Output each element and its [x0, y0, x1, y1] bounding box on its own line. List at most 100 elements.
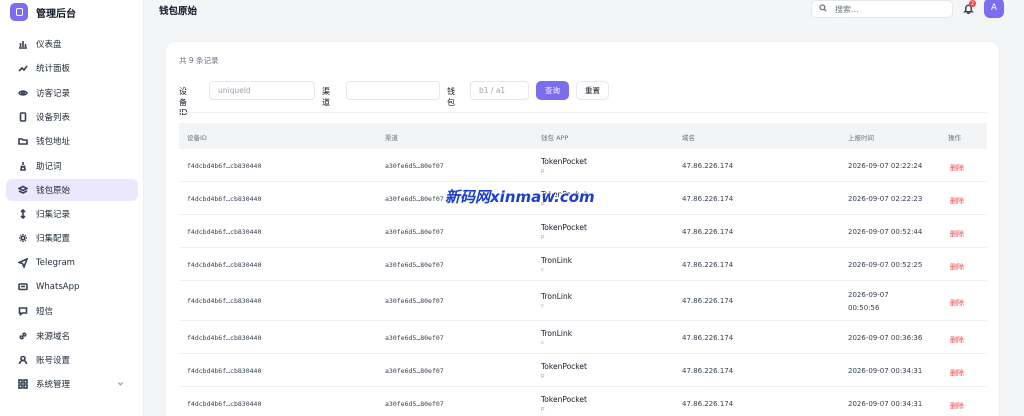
sidebar-item[interactable]: 助记词: [6, 155, 138, 177]
sidebar-item-label: 统计面板: [36, 64, 71, 75]
delete-button[interactable]: 删除: [950, 401, 964, 411]
channel-cell: a30fe6d5…80ef07: [385, 228, 444, 236]
sidebar-item[interactable]: 归集配置: [6, 227, 138, 249]
wallet-app-name: TokenPocket: [541, 157, 587, 166]
report-time-cell: 2026-09-07 02:22:23: [848, 195, 923, 203]
folder-icon: [18, 136, 28, 146]
sidebar-item-label: WhatsApp: [36, 282, 80, 292]
device-id-cell: f4dcbd4b6f…cb830440: [187, 367, 262, 375]
sidebar-item[interactable]: 短信: [6, 300, 138, 322]
link-icon: [18, 331, 28, 341]
sidebar-item[interactable]: 归集记录: [6, 203, 138, 225]
sidebar-item-label: 钱包原始: [36, 185, 71, 196]
divider: [179, 112, 987, 113]
table-row: f4dcbd4b6f…cb830440 a30fe6d5…80ef07 TokenP…: [179, 149, 987, 182]
sidebar-item[interactable]: 钱包地址: [6, 130, 138, 152]
sun-gear-icon: [18, 233, 28, 243]
wallet-app-name: TokenPocket: [541, 362, 587, 371]
sidebar-item-label: 助记词: [36, 161, 62, 172]
wallet-app-name: TronLink: [541, 256, 573, 265]
sidebar-item[interactable]: 账号设置: [6, 349, 138, 371]
report-time-cell: 2026-09-07 00:36:36: [848, 334, 923, 342]
report-time-cell: 2026-09-07 02:22:24: [848, 162, 923, 170]
wallet-app-name: TronLink: [541, 292, 573, 301]
query-button[interactable]: 查询: [536, 81, 569, 100]
eye-icon: [18, 88, 28, 98]
delete-button[interactable]: 删除: [950, 163, 964, 173]
delete-button[interactable]: 删除: [950, 335, 964, 345]
sidebar-item[interactable]: 仪表盘: [6, 33, 138, 55]
search-box[interactable]: [811, 0, 953, 18]
main-card: 共 9 条记录 设备ID 渠道 钱包 查询 重置 设备ID 渠道 钱包 APP …: [165, 41, 1000, 416]
chat-icon: [18, 282, 28, 292]
delete-button[interactable]: 删除: [950, 298, 964, 308]
channel-label: 渠道: [322, 87, 330, 107]
bar-chart-icon: [18, 39, 28, 49]
report-time-cell: 00:50:56: [848, 304, 880, 312]
device-id-cell: f4dcbd4b6f…cb830440: [187, 297, 262, 305]
phone-icon: [18, 112, 28, 122]
device-id-cell: f4dcbd4b6f…cb830440: [187, 162, 262, 170]
domain-cell: 47.86.226.174: [682, 228, 734, 236]
channel-cell: a30fe6d5…80ef07: [385, 334, 444, 342]
watermark: 新码网xinmaw.com: [445, 188, 595, 206]
delete-button[interactable]: 删除: [950, 229, 964, 239]
sidebar-item-label: 短信: [36, 307, 54, 318]
delete-button[interactable]: 删除: [950, 368, 964, 378]
sidebar-item-label: 来源域名: [36, 331, 71, 342]
domain-cell: 47.86.226.174: [682, 162, 734, 170]
sidebar-item[interactable]: Telegram: [6, 252, 138, 274]
table-row: f4dcbd4b6f…cb830440 a30fe6d5…80ef07 TokenP…: [179, 354, 987, 387]
col-wallet-app: 钱包 APP: [541, 134, 569, 142]
device-id-cell: f4dcbd4b6f…cb830440: [187, 400, 262, 408]
notification-badge: 2: [969, 0, 976, 7]
wallet-app-code: p: [541, 168, 545, 174]
sidebar-item[interactable]: 统计面板: [6, 57, 138, 79]
sidebar-item-label: 设备列表: [36, 112, 71, 123]
message-icon: [18, 306, 28, 317]
device-id-cell: f4dcbd4b6f…cb830440: [187, 195, 262, 203]
channel-cell: a30fe6d5…80ef07: [385, 261, 444, 269]
sidebar-item[interactable]: WhatsApp: [6, 276, 138, 298]
reset-button[interactable]: 重置: [576, 81, 609, 100]
delete-button[interactable]: 删除: [950, 196, 964, 206]
sidebar-item[interactable]: 访客记录: [6, 82, 138, 104]
wallet-app-name: TokenPocket: [541, 395, 587, 404]
col-actions: 操作: [948, 134, 961, 142]
sidebar-item[interactable]: 系统管理: [6, 373, 138, 395]
brand: 管理后台: [0, 0, 143, 24]
arrows-icon: [18, 209, 28, 220]
layers-icon: [18, 185, 28, 195]
channel-input[interactable]: [346, 81, 440, 100]
channel-cell: a30fe6d5…80ef07: [385, 195, 444, 203]
avatar[interactable]: A: [984, 0, 1004, 18]
wallet-app-name: TokenPocket: [541, 223, 587, 232]
topbar: 钱包原始 2 A: [145, 0, 1024, 24]
domain-cell: 47.86.226.174: [682, 297, 734, 305]
report-time-cell: 2026-09-07 00:52:44: [848, 228, 923, 236]
table-row: f4dcbd4b6f…cb830440 a30fe6d5…80ef07 TokenP…: [179, 387, 987, 416]
domain-cell: 47.86.226.174: [682, 367, 734, 375]
sidebar-item-label: 账号设置: [36, 355, 71, 366]
device-id-cell: f4dcbd4b6f…cb830440: [187, 228, 262, 236]
report-time-cell: 2026-09-07: [848, 291, 889, 299]
device-id-input[interactable]: [209, 81, 315, 100]
sidebar-item-label: 仪表盘: [36, 40, 62, 50]
grid-icon: [18, 379, 28, 389]
domain-cell: 47.86.226.174: [682, 400, 734, 408]
wallet-input[interactable]: [470, 81, 529, 100]
sidebar: 管理后台 仪表盘统计面板访客记录设备列表钱包地址助记词钱包原始归集记录归集配置 T…: [0, 0, 144, 416]
device-id-cell: f4dcbd4b6f…cb830440: [187, 261, 262, 269]
notification-button[interactable]: 2: [963, 0, 976, 15]
delete-button[interactable]: 删除: [950, 262, 964, 272]
sidebar-item-label: 归集记录: [36, 210, 71, 221]
wallet-app-name: TronLink: [541, 329, 573, 338]
sidebar-item[interactable]: 来源域名: [6, 325, 138, 347]
search-input[interactable]: [835, 4, 945, 14]
brand-title: 管理后台: [36, 8, 76, 20]
sidebar-item[interactable]: 钱包原始: [6, 178, 138, 201]
domain-cell: 47.86.226.174: [682, 261, 734, 269]
send-icon: [18, 257, 28, 268]
sidebar-item[interactable]: 设备列表: [6, 106, 138, 128]
report-time-cell: 2026-09-07 00:52:25: [848, 261, 923, 269]
